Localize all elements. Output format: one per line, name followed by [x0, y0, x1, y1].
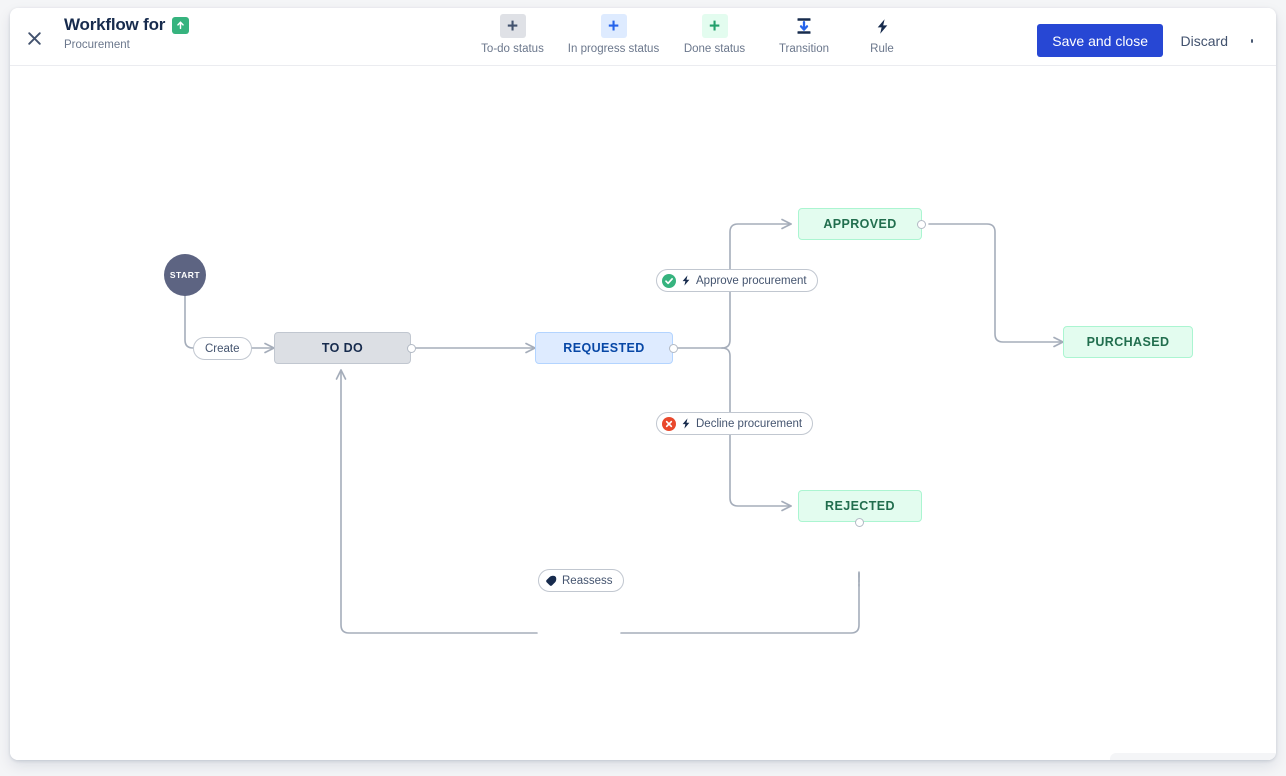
transition-pill-approve-procurement[interactable]: Approve procurement [656, 269, 818, 292]
all-statuses-icon [544, 574, 558, 588]
tool-label: Rule [870, 43, 894, 56]
lightning-bolt-icon [680, 417, 692, 430]
node-port-requested-right[interactable] [669, 344, 678, 353]
status-node-label: REQUESTED [563, 341, 644, 355]
add-done-status-button[interactable]: + Done status [664, 14, 765, 56]
node-port-todo-right[interactable] [407, 344, 416, 353]
tool-label: To-do status [481, 43, 544, 56]
close-button[interactable] [18, 22, 50, 54]
workflow-edges [10, 67, 1276, 760]
page-title: Workflow for [64, 15, 165, 35]
editor-header: Workflow for Procurement + To-do status … [10, 8, 1276, 66]
add-inprogress-status-button[interactable]: + In progress status [563, 14, 664, 56]
plus-icon: + [500, 14, 526, 38]
start-node[interactable]: START [164, 254, 206, 296]
node-port-approved-right[interactable] [917, 220, 926, 229]
editor-toolbar: + To-do status + In progress status + Do… [462, 14, 921, 56]
status-node-label: APPROVED [823, 217, 896, 231]
transition-pill-decline-procurement[interactable]: Decline procurement [656, 412, 813, 435]
status-node-approved[interactable]: APPROVED [798, 208, 922, 240]
status-node-todo[interactable]: TO DO [274, 332, 411, 364]
tool-label: Transition [779, 43, 829, 56]
workflow-canvas[interactable]: START TO DO REQUESTED APPROVED REJECTED … [10, 67, 1276, 760]
transition-label: Approve procurement [696, 275, 807, 287]
transition-icon [791, 14, 817, 38]
lightning-bolt-icon [869, 14, 895, 38]
node-port-rejected-bottom[interactable] [855, 518, 864, 527]
error-circle-icon [662, 417, 676, 431]
discard-button[interactable]: Discard [1175, 24, 1234, 57]
transition-pill-reassess[interactable]: Reassess [538, 569, 624, 592]
transition-label: Create [205, 343, 240, 355]
arrow-up-badge-icon [172, 17, 189, 34]
close-icon [27, 31, 42, 46]
workflow-editor-card: Workflow for Procurement + To-do status … [10, 8, 1276, 760]
add-transition-button[interactable]: Transition [765, 14, 843, 56]
lightning-bolt-icon [680, 274, 692, 287]
status-node-label: TO DO [322, 341, 363, 355]
tool-label: In progress status [568, 43, 659, 56]
zoom-control [1110, 753, 1276, 760]
more-dot-icon [1251, 39, 1253, 43]
check-circle-icon [662, 274, 676, 288]
title-block: Workflow for Procurement [64, 15, 189, 52]
more-options-button[interactable] [1245, 24, 1259, 57]
transition-pill-create[interactable]: Create [193, 337, 252, 360]
status-node-requested[interactable]: REQUESTED [535, 332, 673, 364]
project-subtitle: Procurement [64, 39, 189, 52]
transition-label: Decline procurement [696, 418, 802, 430]
save-and-close-button[interactable]: Save and close [1037, 24, 1163, 57]
start-node-label: START [170, 270, 200, 280]
status-node-purchased[interactable]: PURCHASED [1063, 326, 1193, 358]
tool-label: Done status [684, 43, 745, 56]
add-rule-button[interactable]: Rule [843, 14, 921, 56]
transition-label: Reassess [562, 575, 613, 587]
status-node-label: PURCHASED [1087, 335, 1170, 349]
status-node-label: REJECTED [825, 499, 895, 513]
add-todo-status-button[interactable]: + To-do status [462, 14, 563, 56]
plus-icon: + [601, 14, 627, 38]
plus-icon: + [702, 14, 728, 38]
